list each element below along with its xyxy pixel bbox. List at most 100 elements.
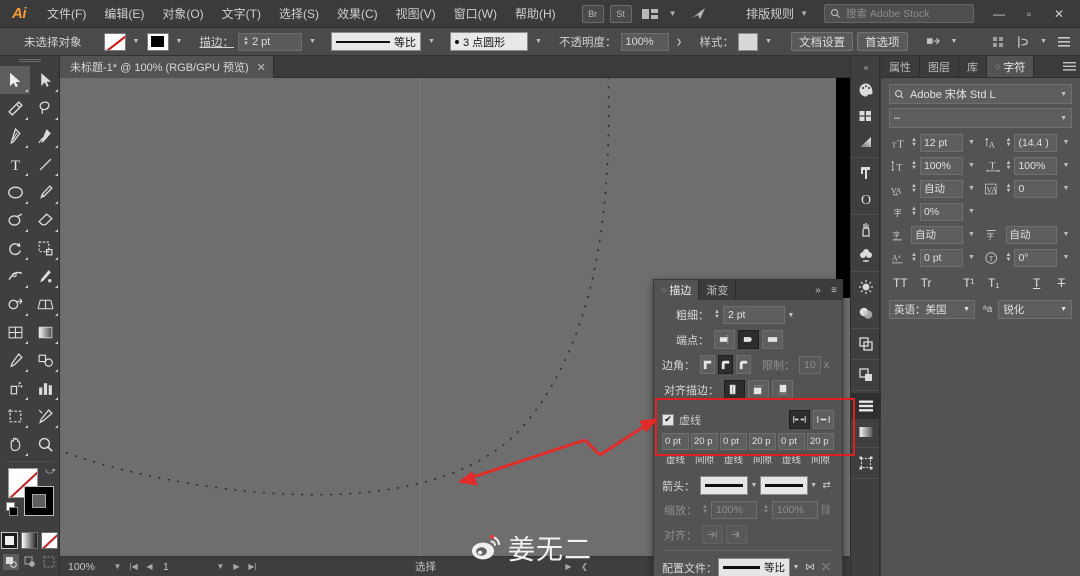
font-size-stepper[interactable]: ▲ ▼: [911, 137, 917, 148]
toolbar-drag-handle[interactable]: [0, 56, 59, 66]
swatches-panel-icon[interactable]: [851, 103, 881, 129]
stock-search-input[interactable]: 搜索 Adobe Stock: [824, 4, 974, 23]
scale-tool[interactable]: [30, 234, 60, 262]
stroke-panel-menu-icon[interactable]: ≡: [826, 280, 842, 300]
leading-caret-icon[interactable]: ▼: [1060, 139, 1072, 146]
arrowhead-end-dropdown[interactable]: [759, 476, 808, 495]
baseline-shift-value[interactable]: 0 pt: [919, 248, 963, 267]
dashed-line-checkbox[interactable]: ✔: [662, 413, 674, 426]
perspective-grid-tool[interactable]: [30, 290, 60, 318]
horizontal-scale-value[interactable]: 100%: [1014, 156, 1057, 175]
baseline-shift-caret-icon[interactable]: ▼: [966, 254, 978, 261]
curvature-tool[interactable]: [30, 122, 60, 150]
stroke-color-swatch[interactable]: [146, 32, 169, 51]
paragraph-panel-icon[interactable]: [851, 160, 881, 186]
font-family-select[interactable]: Adobe 宋体 Std L ▼: [889, 84, 1072, 104]
brushes-panel-icon[interactable]: [851, 217, 881, 243]
ellipse-tool[interactable]: [0, 178, 30, 206]
symbol-sprayer-tool[interactable]: [0, 374, 30, 402]
glyphs-panel-icon[interactable]: O: [851, 186, 881, 212]
arrange-documents-caret-icon[interactable]: ▼: [667, 9, 683, 18]
magic-wand-tool[interactable]: [0, 94, 30, 122]
workspace-switch-icon[interactable]: [686, 5, 712, 23]
pathfinder-panel-icon[interactable]: [851, 331, 881, 357]
artboard-dropdown-caret-icon[interactable]: ▼: [214, 559, 227, 574]
vertical-scale-field[interactable]: T ▲ ▼ 100% ▼: [889, 156, 978, 175]
character-panel-menu-icon[interactable]: [1058, 56, 1080, 77]
color-button[interactable]: [1, 532, 18, 549]
color-panel-icon[interactable]: [851, 77, 881, 103]
slice-tool[interactable]: [30, 402, 60, 430]
font-family-caret-icon[interactable]: ▼: [1060, 91, 1067, 98]
stroke-profile-caret-icon[interactable]: ▼: [425, 33, 438, 51]
stroke-dropdown-caret-icon[interactable]: ▼: [173, 33, 186, 51]
rotate-tool[interactable]: [0, 234, 30, 262]
stock-icon[interactable]: St: [609, 4, 632, 23]
zoom-tool[interactable]: [30, 430, 60, 458]
character-rotation-stepper[interactable]: ▲ ▼: [1006, 252, 1012, 263]
stroke-panel-collapse-icon[interactable]: »: [810, 280, 826, 300]
panel-menu-icon[interactable]: [1054, 32, 1074, 52]
menu-item-view[interactable]: 视图(V): [387, 0, 445, 28]
stroke-swatch-large[interactable]: [24, 486, 54, 516]
arrange-rules-label[interactable]: 排版规则: [742, 5, 798, 22]
document-setup-button[interactable]: 文档设置: [791, 32, 853, 51]
underline-button[interactable]: T: [1028, 275, 1045, 291]
baseline-shift-stepper[interactable]: ▲ ▼: [911, 252, 917, 263]
flip-profile-horizontal-icon[interactable]: ⋈: [802, 562, 818, 573]
stroke-profile-dropdown[interactable]: 等比: [331, 32, 421, 51]
kerning-value[interactable]: 自动: [919, 179, 963, 198]
dash-preserve-exact-button[interactable]: [789, 410, 810, 429]
bridge-icon[interactable]: Br: [581, 4, 604, 23]
align-panel-icon[interactable]: [851, 393, 881, 419]
tab-stroke[interactable]: ◇ 描边: [654, 280, 700, 300]
minimize-button[interactable]: —: [984, 1, 1014, 27]
tsume-caret-icon[interactable]: ▼: [966, 208, 978, 215]
tracking-stepper[interactable]: ▲ ▼: [1006, 183, 1012, 194]
select-similar-caret-icon[interactable]: ▼: [948, 33, 961, 51]
arrowhead-end-caret-icon[interactable]: ▼: [808, 482, 819, 489]
graphic-style-swatch[interactable]: [738, 32, 758, 51]
status-resize-icon[interactable]: ❮: [578, 559, 591, 574]
column-graph-tool[interactable]: [30, 374, 60, 402]
tab-layers[interactable]: 图层: [920, 56, 959, 77]
shaper-tool[interactable]: [0, 206, 30, 234]
free-transform-tool[interactable]: [30, 262, 60, 290]
font-size-value[interactable]: 12 pt: [919, 133, 963, 152]
stroke-weight-panel-stepper[interactable]: ▲ ▼: [714, 309, 720, 320]
preferences-button[interactable]: 首选项: [857, 32, 908, 51]
dash-value-5[interactable]: 0 pt: [778, 433, 805, 450]
dash-value-2[interactable]: 20 p: [691, 433, 718, 450]
gradient-panel-icon[interactable]: [851, 129, 881, 155]
document-tab-close-icon[interactable]: ✕: [257, 61, 266, 74]
tracking-field[interactable]: VA ▲ ▼ 0 ▼: [984, 179, 1073, 198]
butt-cap-button[interactable]: [714, 330, 735, 349]
none-button[interactable]: [41, 532, 58, 549]
dash-value-3[interactable]: 0 pt: [720, 433, 747, 450]
width-tool[interactable]: [0, 262, 30, 290]
gradient-tool[interactable]: [30, 318, 60, 346]
horizontal-scale-stepper[interactable]: ▲ ▼: [1006, 160, 1012, 171]
next-artboard-icon[interactable]: ▶: [230, 559, 243, 574]
menu-item-select[interactable]: 选择(S): [270, 0, 328, 28]
lasso-tool[interactable]: [30, 94, 60, 122]
stroke-weight-input[interactable]: ▲ ▼ 2 pt: [238, 32, 302, 51]
leading-value[interactable]: (14.4 ): [1014, 133, 1057, 152]
tracking-value[interactable]: 0: [1014, 179, 1057, 198]
selection-tool[interactable]: [0, 66, 30, 94]
aki-after-caret-icon[interactable]: ▼: [1060, 231, 1072, 238]
appearance-panel-icon[interactable]: [851, 274, 881, 300]
status-menu-arrow-icon[interactable]: ▶: [562, 559, 575, 574]
first-artboard-icon[interactable]: |◀: [127, 559, 140, 574]
projecting-cap-button[interactable]: [762, 330, 783, 349]
prev-artboard-icon[interactable]: ◀: [143, 559, 156, 574]
horizontal-scale-field[interactable]: T ▲ ▼ 100% ▼: [984, 156, 1073, 175]
menu-item-help[interactable]: 帮助(H): [506, 0, 565, 28]
all-caps-button[interactable]: TT: [891, 275, 910, 291]
gradient2-panel-icon[interactable]: [851, 419, 881, 445]
strikethrough-button[interactable]: T: [1053, 275, 1070, 291]
kerning-caret-icon[interactable]: ▼: [966, 185, 978, 192]
vertical-scale-stepper[interactable]: ▲ ▼: [911, 160, 917, 171]
paintbrush-tool[interactable]: [30, 178, 60, 206]
stroke-weight-panel-value[interactable]: 2 pt: [722, 306, 785, 324]
